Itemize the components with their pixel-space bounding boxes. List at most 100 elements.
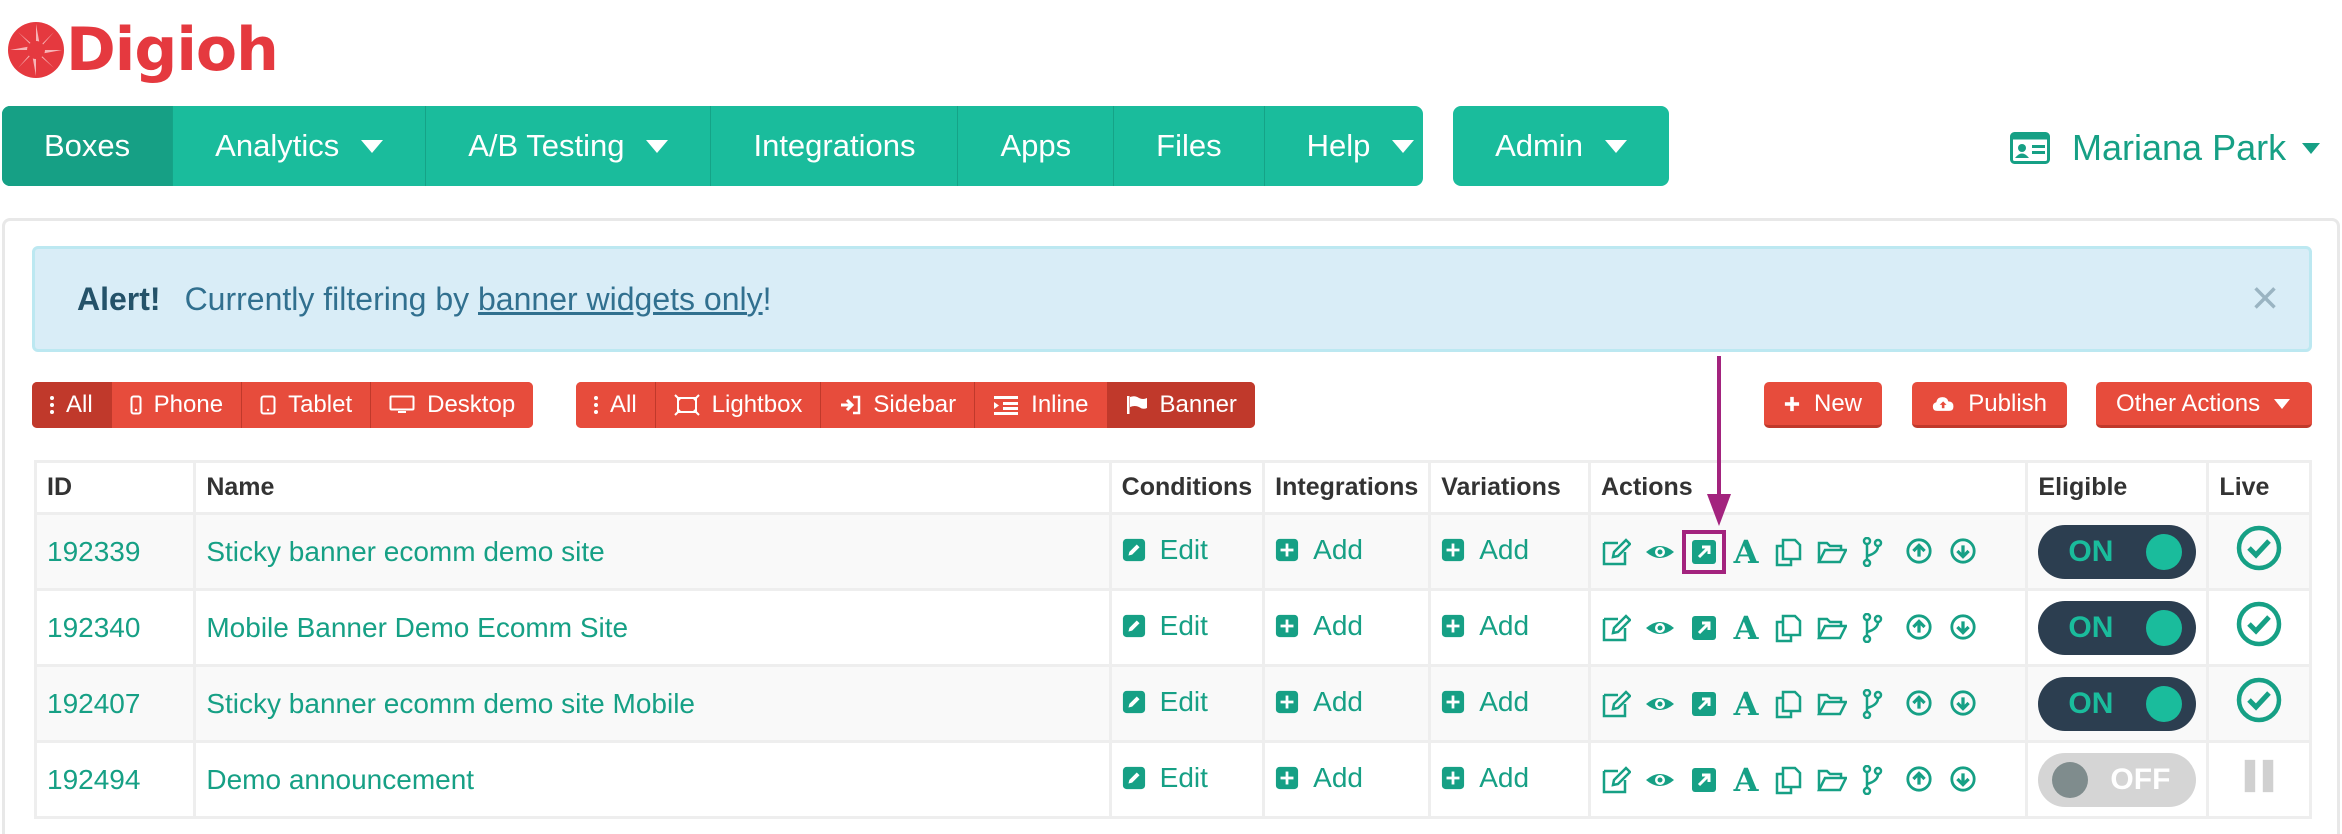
font-icon[interactable]: A: [1733, 612, 1759, 644]
edit-icon[interactable]: [1601, 537, 1632, 567]
copy-icon[interactable]: [1773, 613, 1803, 643]
external-link-icon[interactable]: [1681, 529, 1726, 574]
eye-icon[interactable]: [1645, 613, 1675, 643]
cell-name[interactable]: Sticky banner ecomm demo site: [193, 512, 1112, 591]
edit-icon[interactable]: [1601, 613, 1632, 643]
code-branch-icon[interactable]: [1861, 688, 1891, 719]
device-filter-all[interactable]: All: [32, 382, 112, 428]
nav-integrations[interactable]: Integrations: [711, 106, 959, 186]
box-id-link[interactable]: 192340: [47, 612, 140, 643]
add-integration-link[interactable]: Add: [1275, 686, 1363, 718]
type-filter-banner[interactable]: Banner: [1107, 382, 1255, 428]
header-name[interactable]: Name: [193, 460, 1112, 515]
eligible-toggle[interactable]: OFF: [2038, 752, 2197, 807]
alert-link[interactable]: banner widgets only: [478, 281, 763, 318]
external-link-icon[interactable]: [1689, 689, 1719, 719]
cell-name[interactable]: Sticky banner ecomm demo site Mobile: [193, 664, 1112, 743]
type-filter-inline[interactable]: Inline: [975, 382, 1108, 428]
device-filter-phone[interactable]: Phone: [111, 382, 243, 428]
nav-boxes-label: Boxes: [44, 128, 131, 163]
eye-icon[interactable]: [1645, 765, 1675, 795]
nav-analytics[interactable]: Analytics: [173, 106, 427, 186]
code-branch-icon[interactable]: [1861, 764, 1891, 795]
nav-files[interactable]: Files: [1114, 106, 1265, 186]
toggle-knob: [2052, 761, 2089, 798]
type-filter-lightbox[interactable]: Lightbox: [655, 382, 822, 428]
eligible-toggle[interactable]: ON: [2038, 524, 2197, 579]
box-name-link[interactable]: Sticky banner ecomm demo site Mobile: [206, 688, 695, 719]
edit-conditions-link[interactable]: Edit: [1122, 686, 1208, 718]
edit-conditions-link[interactable]: Edit: [1122, 762, 1208, 794]
cell-id[interactable]: 192494: [33, 740, 197, 819]
add-variation-link[interactable]: Add: [1441, 762, 1529, 794]
folder-open-icon[interactable]: [1816, 689, 1849, 719]
box-id-link[interactable]: 192407: [47, 688, 140, 719]
publish-button[interactable]: Publish: [1912, 382, 2067, 428]
copy-icon[interactable]: [1773, 765, 1803, 795]
arrow-circle-up-icon[interactable]: [1905, 613, 1935, 643]
type-filter-sidebar[interactable]: Sidebar: [821, 382, 976, 428]
arrow-circle-down-icon[interactable]: [1949, 689, 1979, 719]
new-button[interactable]: New: [1764, 382, 1882, 428]
user-menu[interactable]: Mariana Park: [2010, 120, 2321, 176]
box-name-link[interactable]: Sticky banner ecomm demo site: [206, 536, 604, 567]
cell-name[interactable]: Mobile Banner Demo Ecomm Site: [193, 588, 1112, 667]
box-name-link[interactable]: Mobile Banner Demo Ecomm Site: [206, 612, 628, 643]
nav-boxes[interactable]: Boxes: [2, 106, 174, 186]
add-variation-link[interactable]: Add: [1441, 610, 1529, 642]
type-filter-all[interactable]: All: [576, 382, 656, 428]
nav-ab-testing[interactable]: A/B Testing: [426, 106, 712, 186]
cell-eligible: ON: [2025, 512, 2210, 591]
check-circle-icon: [2236, 525, 2282, 571]
header-id[interactable]: ID: [33, 460, 197, 515]
arrow-circle-down-icon[interactable]: [1949, 537, 1979, 567]
cell-id[interactable]: 192340: [33, 588, 197, 667]
cell-id[interactable]: 192339: [33, 512, 197, 591]
eye-icon[interactable]: [1645, 537, 1675, 567]
arrow-circle-down-icon[interactable]: [1949, 765, 1979, 795]
device-filter-tablet[interactable]: Tablet: [242, 382, 372, 428]
font-icon[interactable]: A: [1733, 536, 1759, 568]
edit-conditions-link[interactable]: Edit: [1122, 534, 1208, 566]
copy-icon[interactable]: [1773, 537, 1803, 567]
nav-admin[interactable]: Admin: [1453, 106, 1669, 186]
folder-open-icon[interactable]: [1816, 613, 1849, 643]
arrow-circle-down-icon[interactable]: [1949, 613, 1979, 643]
edit-icon[interactable]: [1601, 765, 1632, 795]
arrow-circle-up-icon[interactable]: [1905, 765, 1935, 795]
font-icon[interactable]: A: [1733, 688, 1759, 720]
cell-id[interactable]: 192407: [33, 664, 197, 743]
copy-icon[interactable]: [1773, 689, 1803, 719]
cell-actions: A: [1587, 512, 2029, 591]
add-variation-link[interactable]: Add: [1441, 534, 1529, 566]
code-branch-icon[interactable]: [1861, 536, 1891, 567]
add-label: Add: [1313, 610, 1363, 641]
font-icon[interactable]: A: [1733, 764, 1759, 796]
edit-conditions-link[interactable]: Edit: [1122, 610, 1208, 642]
nav-apps[interactable]: Apps: [958, 106, 1115, 186]
arrow-circle-up-icon[interactable]: [1905, 689, 1935, 719]
other-actions-button[interactable]: Other Actions: [2096, 382, 2312, 428]
nav-help[interactable]: Help: [1265, 106, 1423, 186]
arrow-circle-up-icon[interactable]: [1905, 537, 1935, 567]
code-branch-icon[interactable]: [1861, 612, 1891, 643]
cell-name[interactable]: Demo announcement: [193, 740, 1112, 819]
logo[interactable]: Digioh: [4, 10, 279, 90]
add-integration-link[interactable]: Add: [1275, 534, 1363, 566]
folder-open-icon[interactable]: [1816, 765, 1849, 795]
box-id-link[interactable]: 192339: [47, 536, 140, 567]
close-icon[interactable]: ×: [2251, 275, 2279, 323]
device-filter-desktop[interactable]: Desktop: [371, 382, 534, 428]
eye-icon[interactable]: [1645, 689, 1675, 719]
add-integration-link[interactable]: Add: [1275, 762, 1363, 794]
external-link-icon[interactable]: [1689, 613, 1719, 643]
box-name-link[interactable]: Demo announcement: [206, 764, 474, 795]
add-integration-link[interactable]: Add: [1275, 610, 1363, 642]
eligible-toggle[interactable]: ON: [2038, 600, 2197, 655]
external-link-icon[interactable]: [1689, 765, 1719, 795]
eligible-toggle[interactable]: ON: [2038, 676, 2197, 731]
add-variation-link[interactable]: Add: [1441, 686, 1529, 718]
box-id-link[interactable]: 192494: [47, 764, 140, 795]
edit-icon[interactable]: [1601, 689, 1632, 719]
folder-open-icon[interactable]: [1816, 537, 1849, 567]
